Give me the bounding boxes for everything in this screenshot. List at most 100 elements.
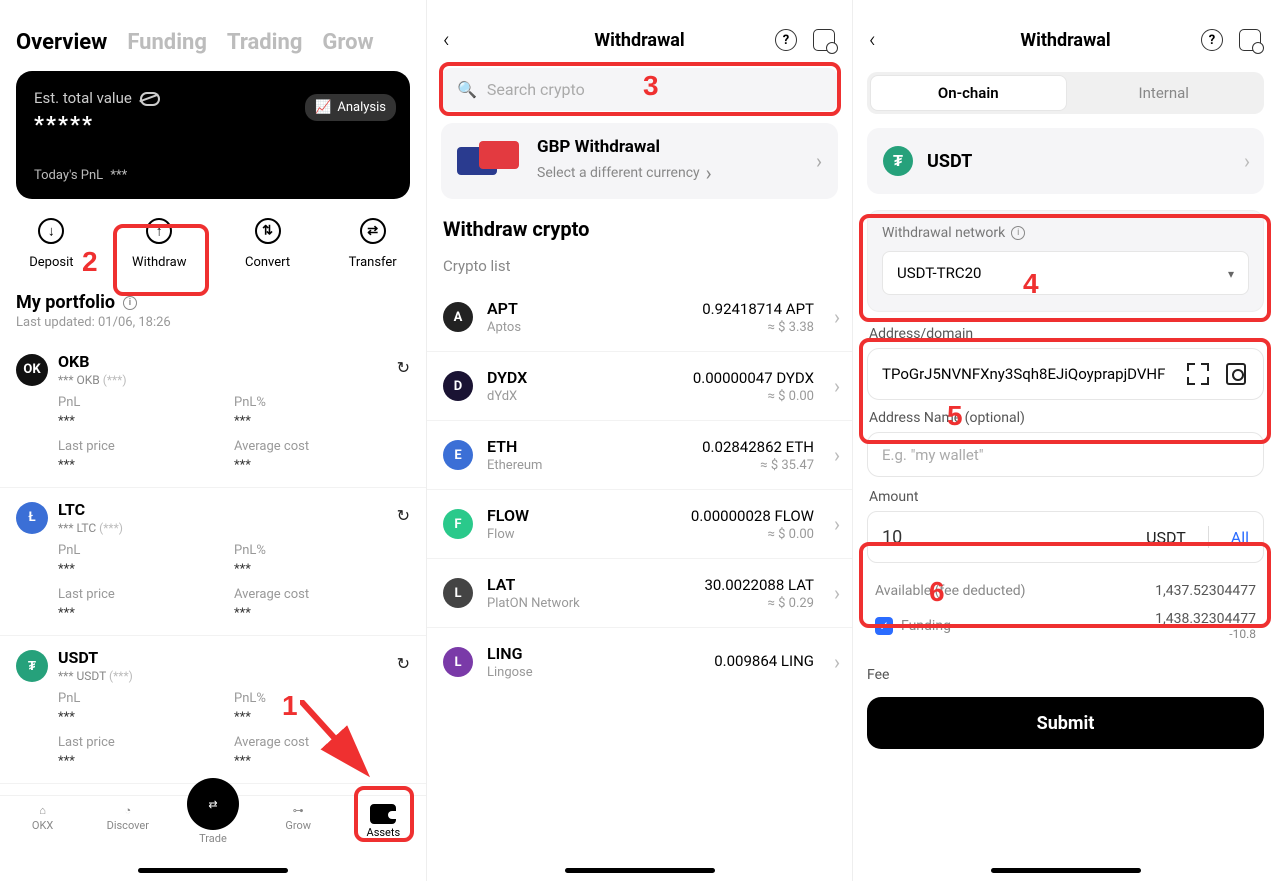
action-transfer[interactable]: Transfer [349, 213, 397, 270]
coin-icon: ₮ [16, 650, 48, 682]
transfer-label: Transfer [349, 255, 397, 270]
coin-icon: F [443, 509, 473, 539]
portfolio-item[interactable]: OK OKB *** OKB (***) ↻ PnLPnL% ****** La… [0, 340, 426, 488]
crypto-item[interactable]: L LINGLingose 0.009864 LING [427, 627, 852, 696]
chevron-right-icon [834, 581, 840, 605]
crypto-item[interactable]: D DYDXdYdX 0.00000047 DYDX≈ $ 0.00 [427, 351, 852, 420]
crypto-list-header: Crypto list [427, 241, 852, 283]
wallet-icon [370, 804, 396, 824]
help-button[interactable]: ? [1200, 28, 1224, 52]
seg-internal[interactable]: Internal [1067, 75, 1262, 111]
funding-delta: -10.8 [1155, 627, 1256, 641]
coin-name: dYdX [487, 389, 527, 404]
available-label: Available (fee deducted) [875, 583, 1026, 599]
refresh-icon[interactable]: ↻ [397, 506, 410, 525]
discover-icon: ◔ [124, 804, 131, 817]
info-icon[interactable]: i [1011, 226, 1025, 240]
coin-symbol: USDT [58, 648, 133, 667]
coin-fiat: ≈ $ 3.38 [702, 320, 814, 335]
back-button[interactable]: ‹ [443, 28, 450, 53]
coin-amount: 30.0022088 LAT [704, 576, 814, 594]
search-icon: 🔍 [457, 80, 477, 99]
coin-icon: OK [16, 354, 48, 386]
portfolio-item[interactable]: Ł LTC *** LTC (***) ↻ PnLPnL% ****** Las… [0, 488, 426, 636]
coin-fiat: ≈ $ 0.29 [704, 596, 814, 611]
coin-icon: D [443, 371, 473, 401]
tab-grow[interactable]: Grow [322, 30, 373, 55]
address-name-input[interactable] [882, 446, 1249, 464]
tabbar-grow-label: Grow [285, 819, 311, 832]
address-label: Address/domain [869, 326, 1262, 342]
amount-all-button[interactable]: All [1231, 528, 1249, 547]
coin-symbol: FLOW [487, 506, 529, 525]
tabbar-okx-label: OKX [32, 819, 53, 832]
tab-funding[interactable]: Funding [127, 30, 207, 55]
address-name-label: Address Name (optional) [869, 410, 1262, 426]
coin-amount: 0.00000047 DYDX [693, 369, 814, 387]
seg-onchain[interactable]: On-chain [870, 75, 1067, 111]
eye-hidden-icon[interactable] [140, 91, 158, 105]
history-button[interactable] [1238, 28, 1262, 52]
search-crypto[interactable]: 🔍 [441, 68, 838, 111]
segmented-control: On-chain Internal [867, 72, 1264, 114]
funding-checkbox-row[interactable]: ✓ Funding [875, 617, 951, 635]
deposit-icon [33, 213, 69, 249]
tabbar-okx[interactable]: ⌂ OKX [11, 804, 75, 832]
tabbar-assets[interactable]: Assets [351, 804, 415, 839]
coin-name: Ethereum [487, 458, 542, 473]
analysis-button[interactable]: 📈 Analysis [305, 94, 396, 121]
help-button[interactable]: ? [774, 28, 798, 52]
tabbar-discover[interactable]: ◔ Discover [96, 804, 160, 832]
screen-withdraw-form: ‹ Withdrawal ? On-chain Internal ₮ USDT … [852, 0, 1278, 881]
coin-fiat: ≈ $ 0.00 [693, 389, 814, 404]
submit-button[interactable]: Submit [867, 697, 1264, 749]
action-convert[interactable]: Convert [245, 213, 290, 270]
action-deposit[interactable]: Deposit [29, 213, 73, 270]
coin-fiat: ≈ $ 35.47 [702, 458, 814, 473]
withdraw-icon [141, 213, 177, 249]
last-updated: Last updated: 01/06, 18:26 [0, 313, 426, 340]
address-book-button[interactable] [1223, 361, 1249, 387]
coin-symbol: OKB [58, 352, 127, 371]
chevron-down-icon [1228, 264, 1234, 282]
analysis-label: Analysis [337, 100, 386, 115]
funding-value: 1,438.32304477 [1155, 611, 1256, 627]
fiat-subtitle[interactable]: Select a different currency [537, 161, 712, 185]
tab-trading[interactable]: Trading [227, 30, 302, 55]
coin-icon: A [443, 302, 473, 332]
quick-actions: Deposit Withdraw Convert Transfer [0, 199, 426, 286]
tabbar-discover-label: Discover [107, 819, 149, 832]
tabbar-trade[interactable]: ⇄ Trade [181, 804, 245, 845]
network-select[interactable]: USDT-TRC20 [882, 251, 1249, 295]
tab-overview[interactable]: Overview [16, 30, 107, 55]
address-input[interactable]: TPoGrJ5NVNFXny3Sqh8EJiQoyprapjDVHF [882, 364, 1173, 384]
top-tabs: Overview Funding Trading Grow [0, 0, 426, 71]
refresh-icon[interactable]: ↻ [397, 358, 410, 377]
address-name-field[interactable] [867, 432, 1264, 477]
crypto-item[interactable]: L LATPlatON Network 30.0022088 LAT≈ $ 0.… [427, 558, 852, 627]
checkbox-checked-icon: ✓ [875, 617, 893, 635]
action-withdraw[interactable]: Withdraw [132, 213, 186, 270]
token-selector[interactable]: ₮ USDT [867, 128, 1264, 194]
crypto-item[interactable]: A APTAptos 0.92418714 APT≈ $ 3.38 [427, 283, 852, 351]
coin-subline: *** USDT (***) [58, 669, 133, 683]
home-indicator [991, 868, 1141, 873]
amount-input[interactable] [882, 527, 1136, 548]
coin-subline: *** LTC (***) [58, 521, 123, 535]
coin-icon: Ł [16, 502, 48, 534]
network-label: Withdrawal network i [882, 225, 1249, 241]
crypto-item[interactable]: E ETHEthereum 0.02842862 ETH≈ $ 35.47 [427, 420, 852, 489]
back-button[interactable]: ‹ [869, 28, 876, 53]
tabbar-grow[interactable]: ⊶ Grow [266, 804, 330, 832]
divider [1208, 526, 1209, 548]
refresh-icon[interactable]: ↻ [397, 654, 410, 673]
coin-icon: E [443, 440, 473, 470]
chart-icon: 📈 [315, 100, 331, 115]
info-icon[interactable]: i [123, 296, 137, 310]
screen-overview: Overview Funding Trading Grow Est. total… [0, 0, 426, 881]
search-input[interactable] [487, 80, 822, 99]
history-button[interactable] [812, 28, 836, 52]
fiat-withdrawal-banner[interactable]: GBP Withdrawal Select a different curren… [441, 123, 838, 199]
scan-qr-button[interactable] [1185, 361, 1211, 387]
crypto-item[interactable]: F FLOWFlow 0.00000028 FLOW≈ $ 0.00 [427, 489, 852, 558]
